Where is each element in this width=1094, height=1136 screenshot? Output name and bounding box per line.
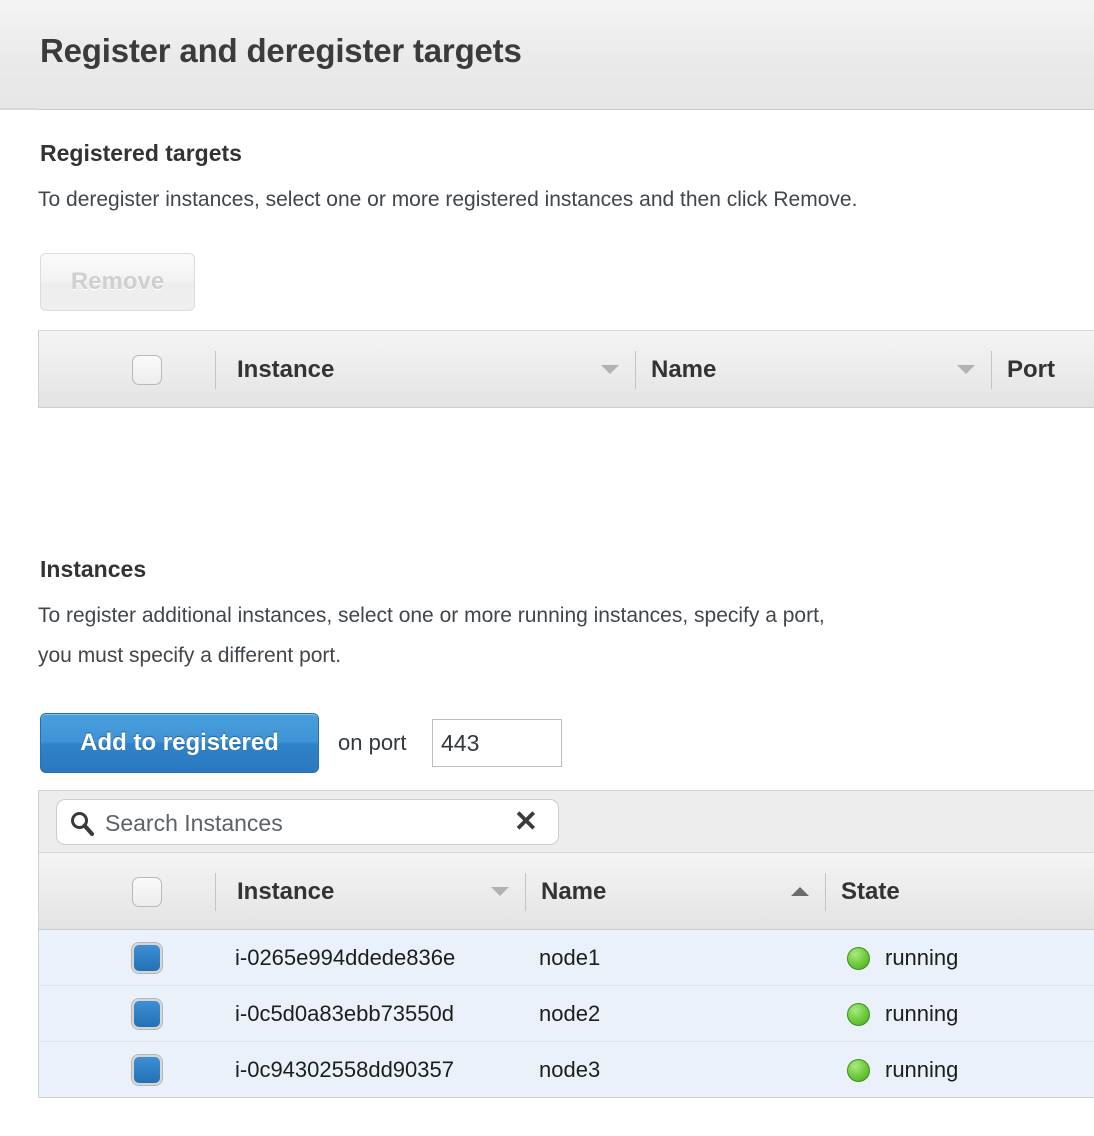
cell-instance-state: running [885, 986, 958, 1042]
on-port-label: on port [338, 730, 407, 756]
cell-instance-name: node3 [539, 1042, 600, 1098]
chevron-down-icon[interactable] [957, 365, 975, 374]
chevron-down-icon[interactable] [491, 887, 509, 896]
registered-targets-heading: Registered targets [40, 140, 242, 167]
cell-instance-id: i-0c5d0a83ebb73550d [235, 986, 454, 1042]
column-divider [215, 873, 216, 911]
search-icon [69, 810, 95, 836]
green-status-dot-icon [847, 1059, 870, 1082]
column-divider [635, 351, 636, 389]
instances-search-toolbar: Search Instances ✕ [38, 790, 1094, 852]
row-select-checkbox[interactable] [132, 999, 162, 1029]
column-divider [991, 351, 992, 389]
cell-instance-id: i-0c94302558dd90357 [235, 1042, 454, 1098]
instances-column-state[interactable]: State [841, 853, 900, 931]
instances-heading: Instances [40, 556, 146, 583]
instances-column-name[interactable]: Name [541, 853, 606, 931]
add-to-registered-button[interactable]: Add to registered [40, 713, 319, 773]
cell-instance-id: i-0265e994ddede836e [235, 930, 455, 986]
registered-targets-description: To deregister instances, select one or m… [38, 180, 857, 220]
instances-description-line2: you must specify a different port. [38, 636, 341, 676]
search-input-wrapper[interactable]: Search Instances ✕ [56, 799, 559, 845]
registered-column-port[interactable]: Port [1007, 331, 1055, 409]
cell-instance-name: node1 [539, 930, 600, 986]
table-row[interactable]: i-0c5d0a83ebb73550d node2 running [39, 986, 1094, 1042]
chevron-down-icon[interactable] [601, 365, 619, 374]
instances-table: Instance Name State i-0265e994ddede836e … [38, 852, 1094, 1098]
row-select-checkbox[interactable] [132, 1055, 162, 1085]
cell-instance-state: running [885, 930, 958, 986]
row-select-checkbox[interactable] [132, 943, 162, 973]
cell-instance-state: running [885, 1042, 958, 1098]
registered-select-all-checkbox[interactable] [132, 355, 162, 385]
instances-select-all-checkbox[interactable] [132, 877, 162, 907]
dialog-header: Register and deregister targets [0, 0, 1094, 110]
register-deregister-targets-dialog: Register and deregister targets Register… [0, 0, 1094, 1136]
table-row[interactable]: i-0c94302558dd90357 node3 running [39, 1042, 1094, 1098]
cell-instance-name: node2 [539, 986, 600, 1042]
column-divider [525, 873, 526, 911]
table-row[interactable]: i-0265e994ddede836e node1 running [39, 930, 1094, 986]
registered-column-name[interactable]: Name [651, 331, 716, 409]
page-title: Register and deregister targets [40, 32, 522, 70]
instances-column-instance[interactable]: Instance [237, 853, 334, 931]
close-icon[interactable]: ✕ [514, 800, 538, 846]
instances-table-header-row: Instance Name State [39, 852, 1094, 930]
registered-table-header-row: Instance Name Port [39, 330, 1094, 408]
column-divider [215, 351, 216, 389]
instances-description-line1: To register additional instances, select… [38, 596, 825, 636]
column-divider [825, 873, 826, 911]
registered-column-instance[interactable]: Instance [237, 331, 334, 409]
search-input-placeholder[interactable]: Search Instances [105, 800, 283, 846]
remove-button[interactable]: Remove [40, 253, 195, 311]
port-input[interactable] [432, 719, 562, 767]
green-status-dot-icon [847, 1003, 870, 1026]
green-status-dot-icon [847, 947, 870, 970]
registered-targets-table: Instance Name Port [38, 330, 1094, 408]
chevron-up-icon[interactable] [791, 887, 809, 896]
